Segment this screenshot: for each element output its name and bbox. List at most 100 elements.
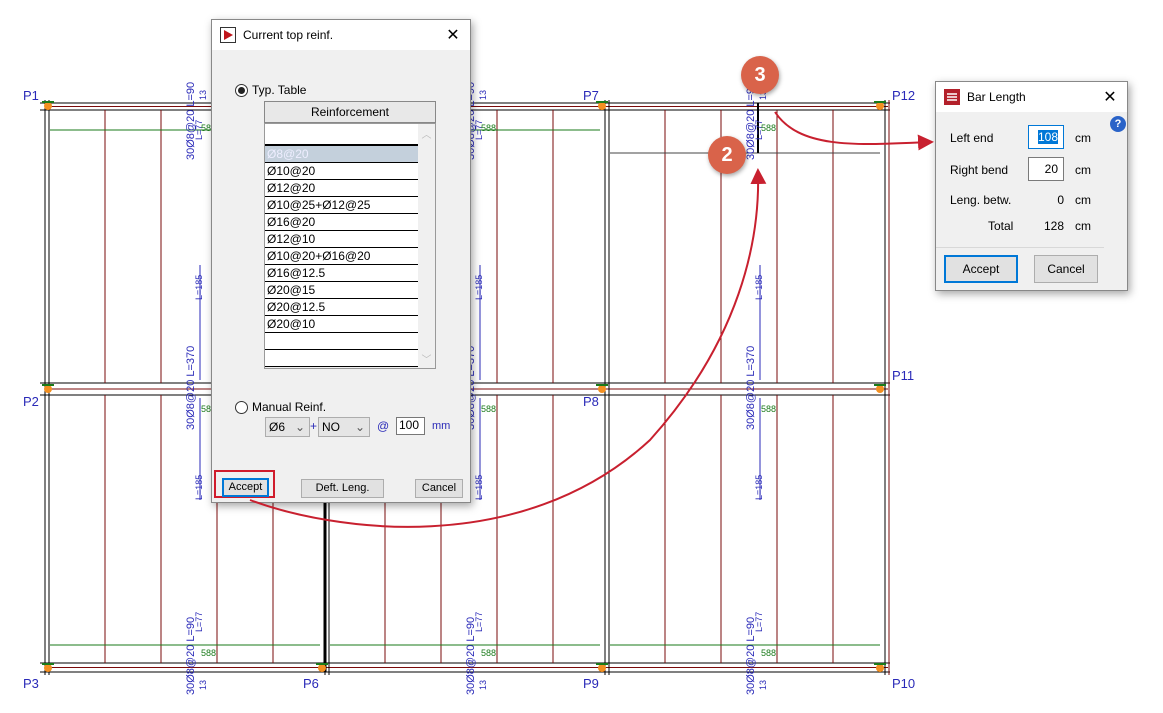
manual-reinf-radio[interactable]: Manual Reinf. [235,400,327,415]
unit-label: mm [432,420,451,432]
dimension-label: 588 [761,123,776,133]
table-row[interactable]: Ø20@15 [265,282,419,299]
plus-label: + [310,419,318,433]
close-icon[interactable]: ✕ [436,25,470,45]
typ-table-label: Typ. Table [252,83,307,97]
support-node [598,385,606,393]
table-row[interactable]: Ø12@20 [265,180,419,197]
rebar-label: 30Ø8@20 L=370 [745,346,757,430]
table-row-empty[interactable] [265,350,419,367]
help-icon[interactable]: ? [1110,116,1126,132]
unit-label: cm [1075,219,1091,233]
scrollbar[interactable]: ︿ ﹀ [418,124,435,368]
accept-button[interactable]: Accept [222,478,269,497]
support-node [876,664,884,672]
dialog-titlebar: Current top reinf. ✕ [212,20,470,50]
second-bar-select[interactable]: NO ⌄ [318,417,370,437]
rebar-label: L=185 [194,275,204,300]
table-row[interactable]: Ø10@25+Ø12@25 [265,197,419,214]
dimension-label: 588 [481,123,496,133]
rebar-label: L=185 [474,475,484,500]
bar-length-dialog: Bar Length ✕ ? Left end 108 cm Right ben… [935,81,1128,291]
rebar-label: L=185 [474,275,484,300]
support-label: P9 [583,676,599,691]
support-label: P6 [303,676,319,691]
support-label: P11 [892,368,915,383]
leng-betw-label: Leng. betw. [950,193,1012,207]
rebar-label: 13 [758,680,768,690]
support-node [598,102,606,110]
divider [936,247,1104,248]
support-label: P7 [583,88,599,103]
support-node [44,385,52,393]
table-row[interactable]: Ø10@20 [265,163,419,180]
callout-2: 2 [708,136,746,174]
right-bend-label: Right bend [950,163,1009,177]
accept-button[interactable]: Accept [944,255,1018,283]
dimension-label: 588 [481,404,496,414]
leng-betw-value: 0 [1057,193,1064,207]
dimension-label: 588 [201,648,216,658]
table-row[interactable]: Ø10@20+Ø16@20 [265,248,419,265]
diameter-select[interactable]: Ø6 ⌄ [265,417,310,437]
unit-label: cm [1075,131,1091,145]
cancel-button[interactable]: Cancel [1034,255,1098,283]
dimension-label: 588 [761,404,776,414]
total-value: 128 [1043,219,1064,233]
deft-leng-button[interactable]: Deft. Leng. [301,479,384,498]
dialog-title: Current top reinf. [243,28,334,42]
unit-label: cm [1075,193,1091,207]
typ-table-radio[interactable]: Typ. Table [235,83,307,98]
support-label: P10 [892,676,916,691]
close-icon[interactable]: ✕ [1093,87,1127,107]
support-label: P2 [23,394,39,409]
support-label: P8 [583,394,599,409]
callout-3: 3 [741,56,779,94]
right-bend-input[interactable]: 20 [1028,157,1064,181]
support-node [44,664,52,672]
table-row[interactable]: Ø8@20 [265,146,419,163]
rebar-label: L=77 [194,612,204,632]
rebar-label: L=77 [754,612,764,632]
table-row-empty[interactable] [265,124,419,146]
rebar-label: L=185 [754,475,764,500]
table-row-empty[interactable] [265,333,419,350]
rebar-label: 13 [198,680,208,690]
at-label: @ [377,419,390,433]
app-icon [220,27,236,43]
dimension-label: 588 [481,648,496,658]
spacing-input[interactable]: 100 [396,417,425,435]
left-end-input[interactable]: 108 [1028,125,1064,149]
support-label: P12 [892,88,916,103]
table-row[interactable]: Ø16@20 [265,214,419,231]
left-end-label: Left end [950,131,994,145]
support-node [44,102,52,110]
app-icon [944,89,960,105]
rebar-label: 13 [478,680,488,690]
rebar-label: L=185 [194,475,204,500]
dialog-title: Bar Length [967,90,1026,104]
rebar-label: 13 [478,90,488,100]
support-node [876,102,884,110]
dimension-label: 588 [761,648,776,658]
total-label: Total [988,219,1014,233]
table-row[interactable]: Ø16@12.5 [265,265,419,282]
rebar-label: 30Ø8@20 L=370 [185,346,197,430]
rebar-label: L=77 [474,612,484,632]
support-node [598,664,606,672]
rebar-label: 13 [198,90,208,100]
unit-label: cm [1075,163,1091,177]
rebar-label: L=185 [754,275,764,300]
cancel-button[interactable]: Cancel [415,479,463,498]
dialog-titlebar: Bar Length ✕ [936,82,1127,112]
table-row[interactable]: Ø12@10 [265,231,419,248]
support-node [876,385,884,393]
current-top-reinf-dialog: Current top reinf. ✕ Typ. Table Reinforc… [211,19,471,503]
manual-reinf-label: Manual Reinf. [252,400,327,414]
column-header[interactable]: Reinforcement [264,101,436,123]
table-row[interactable]: Ø20@10 [265,316,419,333]
reinforcement-table[interactable]: Ø8@20 Ø10@20 Ø12@20 Ø10@25+Ø12@25 Ø16@20 Ø12@… [264,123,436,369]
support-node [318,664,326,672]
support-label: P3 [23,676,39,691]
table-row[interactable]: Ø20@12.5 [265,299,419,316]
